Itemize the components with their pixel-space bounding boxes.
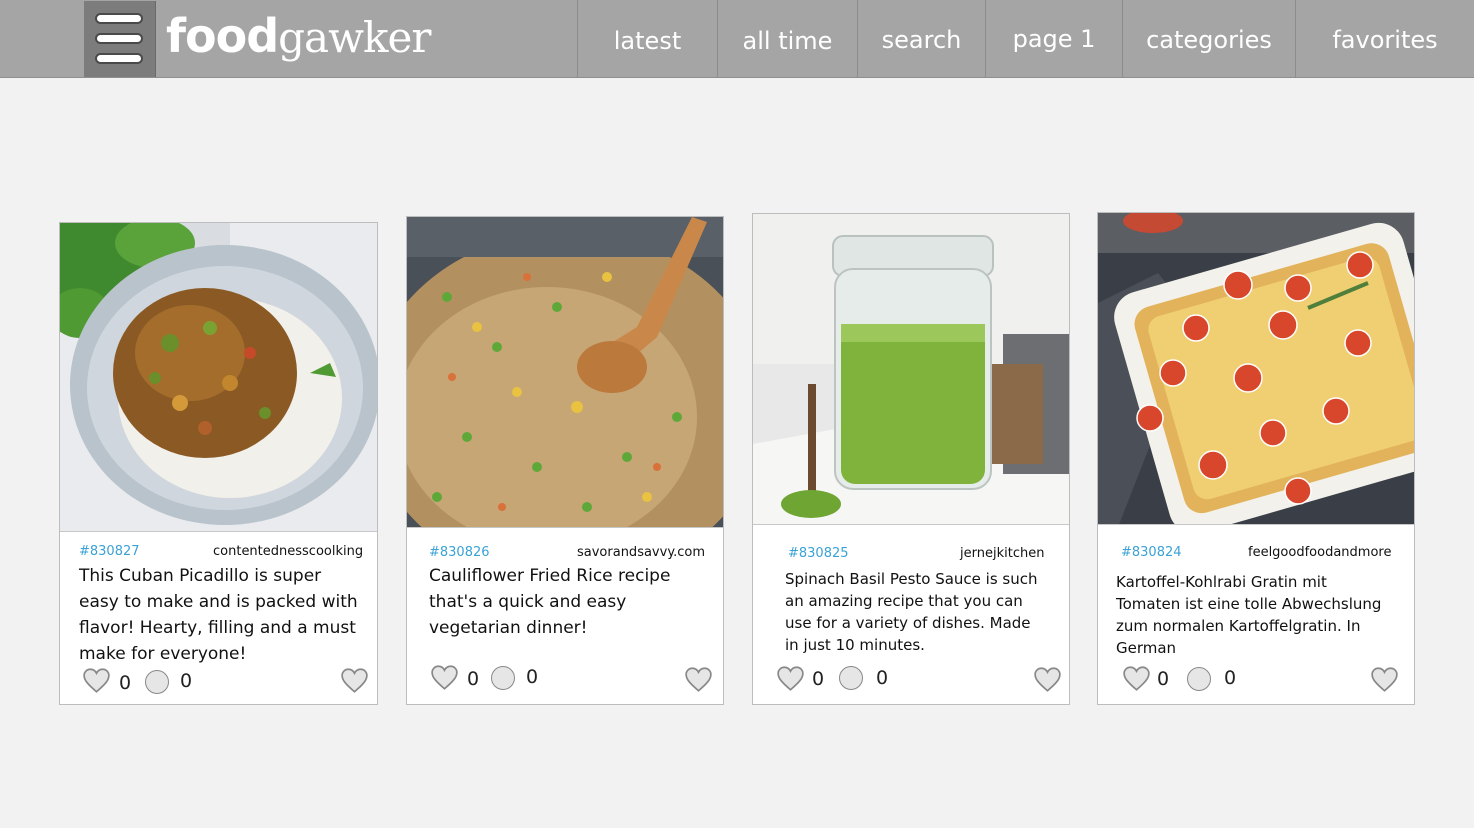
comment-count: 0 — [526, 666, 539, 688]
recipe-description[interactable]: Spinach Basil Pesto Sauce is such an ama… — [785, 568, 1045, 656]
nav-all-time[interactable]: all time — [717, 0, 857, 77]
comment-count: 0 — [876, 667, 889, 689]
recipe-id-link[interactable]: #830825 — [788, 546, 849, 561]
nav-search[interactable]: search — [857, 0, 985, 77]
heart-icon[interactable] — [431, 665, 458, 690]
recipe-card[interactable]: #830826 savorandsavvy.com Cauliflower Fr… — [406, 216, 724, 705]
recipe-source-link[interactable]: jernejkitchen — [960, 546, 1044, 561]
recipe-info: #830825 jernejkitchen Spinach Basil Pest… — [753, 524, 1069, 704]
recipe-source-link[interactable]: contentednesscoolking — [213, 544, 363, 559]
recipe-id-link[interactable]: #830827 — [79, 544, 140, 559]
circle-icon[interactable] — [145, 670, 169, 694]
heart-icon[interactable] — [83, 668, 110, 693]
recipe-info: #830824 feelgoodfoodandmore Kartoffel-Ko… — [1098, 524, 1414, 704]
circle-icon[interactable] — [1187, 667, 1211, 691]
heart-icon[interactable] — [1123, 666, 1150, 691]
recipe-info: #830827 contentednesscoolking This Cuban… — [60, 531, 377, 704]
recipe-id-link[interactable]: #830824 — [1121, 545, 1182, 560]
recipe-photo-pesto[interactable] — [753, 214, 1069, 527]
like-count: 0 — [1157, 668, 1170, 690]
logo-bold-text: food — [166, 9, 279, 63]
recipe-description[interactable]: Kartoffel-Kohlrabi Gratin mit Tomaten is… — [1116, 571, 1391, 659]
recipe-photo-gratin[interactable] — [1098, 213, 1414, 527]
recipe-id-link[interactable]: #830826 — [429, 545, 490, 560]
recipe-card[interactable]: #830825 jernejkitchen Spinach Basil Pest… — [752, 213, 1070, 705]
like-count: 0 — [467, 668, 480, 690]
recipe-description[interactable]: Cauliflower Fried Rice recipe that's a q… — [429, 563, 714, 641]
comment-count: 0 — [1224, 667, 1237, 689]
nav-favorites[interactable]: favorites — [1295, 0, 1474, 77]
nav-page-1[interactable]: page 1 — [985, 0, 1122, 77]
hamburger-menu-button[interactable] — [84, 1, 156, 77]
logo-light-text: gawker — [278, 13, 431, 62]
favorite-heart-icon[interactable] — [1034, 667, 1061, 692]
nav-latest[interactable]: latest — [577, 0, 717, 77]
favorite-heart-icon[interactable] — [685, 667, 712, 692]
site-logo[interactable]: foodgawker — [166, 8, 431, 66]
recipe-source-link[interactable]: feelgoodfoodandmore — [1248, 545, 1391, 560]
like-count: 0 — [119, 672, 132, 694]
like-count: 0 — [812, 668, 825, 690]
recipe-card[interactable]: #830827 contentednesscoolking This Cuban… — [59, 222, 378, 705]
recipe-photo-cauliflower-rice[interactable] — [407, 217, 723, 530]
heart-icon[interactable] — [777, 666, 804, 691]
recipe-source-link[interactable]: savorandsavvy.com — [577, 545, 705, 560]
circle-icon[interactable] — [839, 666, 863, 690]
top-navigation-bar: foodgawker latest all time search page 1… — [0, 0, 1474, 78]
circle-icon[interactable] — [491, 666, 515, 690]
recipe-description[interactable]: This Cuban Picadillo is super easy to ma… — [79, 563, 364, 667]
recipe-card[interactable]: #830824 feelgoodfoodandmore Kartoffel-Ko… — [1097, 212, 1415, 705]
favorite-heart-icon[interactable] — [1371, 667, 1398, 692]
nav-categories[interactable]: categories — [1122, 0, 1295, 77]
favorite-heart-icon[interactable] — [341, 668, 368, 693]
recipe-photo-picadillo[interactable] — [60, 223, 377, 533]
recipe-info: #830826 savorandsavvy.com Cauliflower Fr… — [407, 527, 723, 704]
comment-count: 0 — [180, 670, 193, 692]
